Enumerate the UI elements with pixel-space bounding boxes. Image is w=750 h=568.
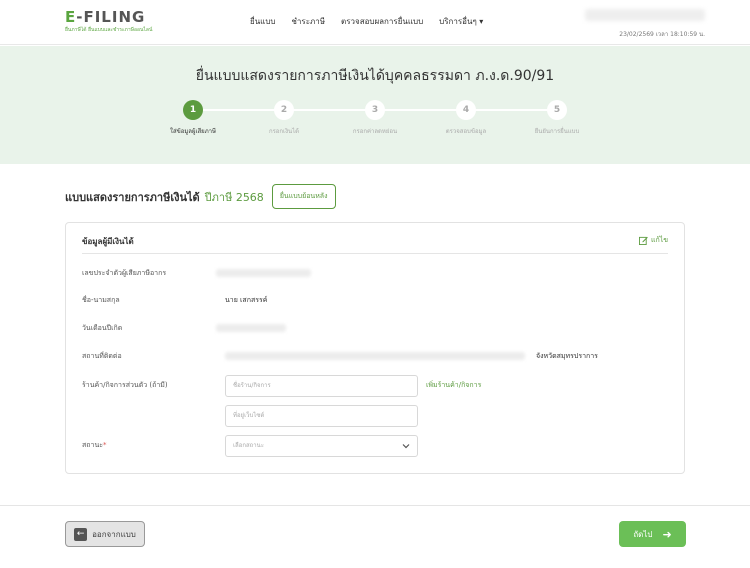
status-select-placeholder: เลือกสถานะ [233, 442, 264, 449]
edit-icon [638, 236, 648, 245]
step-label: ตรวจสอบข้อมูล [445, 128, 487, 135]
progress-stepper: 1 ใส่ข้อมูลผู้เสียภาษี 2 กรอกเงินได้ 3 ก… [0, 100, 750, 140]
name-value: นาย เสกสรรค์ [225, 296, 268, 304]
address-label: สถานที่ติดต่อ [82, 352, 122, 360]
required-mark: * [103, 441, 107, 449]
arrow-right-icon: ➜ [662, 527, 672, 541]
user-info: 23/02/2569 เวลา 18:10:59 น. [585, 9, 705, 39]
nav-pay-tax[interactable]: ชำระภาษี [291, 15, 325, 28]
nav-other-services[interactable]: บริการอื่นๆ ▾ [439, 15, 483, 28]
dob-value-redacted [216, 324, 286, 332]
logo-subtitle: ยื่นภาษีได้ ยื่นแบบและชำระภาษีออนไลน์ [65, 27, 153, 33]
card-divider [82, 253, 668, 254]
nav-file-return[interactable]: ยื่นแบบ [250, 15, 275, 28]
efiling-logo[interactable]: E-FILING ยื่นภาษีได้ ยื่นแบบและชำระภาษีอ… [65, 9, 152, 34]
taxid-value-redacted [216, 269, 311, 277]
status-label-text: สถานะ [82, 441, 103, 449]
status-label: สถานะ* [82, 440, 107, 451]
step-number: 1 [183, 100, 203, 120]
step-number: 4 [456, 100, 476, 120]
step-2: 2 กรอกเงินได้ [244, 100, 324, 136]
card-title: ข้อมูลผู้มีเงินได้ [82, 237, 134, 246]
address-value-redacted [225, 352, 525, 360]
step-number: 2 [274, 100, 294, 120]
file-retroactive-button[interactable]: ยื่นแบบย้อนหลัง [271, 184, 336, 209]
exit-form-button[interactable]: ← ออกจากแบบ [65, 521, 145, 547]
step-label: ใส่ข้อมูลผู้เสียภาษี [170, 128, 216, 135]
logo-e: E [65, 8, 77, 26]
taxid-label: เลขประจำตัวผู้เสียภาษีอากร [82, 269, 167, 277]
user-name-redacted[interactable] [585, 9, 705, 21]
tax-year: ปีภาษี 2568 [204, 190, 264, 204]
step-4: 4 ตรวจสอบข้อมูล [426, 100, 506, 136]
next-label: ถัดไป [633, 529, 653, 539]
add-shop-link[interactable]: เพิ่มร้านค้า/กิจการ [426, 380, 481, 391]
shop-name-input[interactable]: ชื่อร้าน/กิจการ [225, 375, 418, 397]
exit-form-label: ออกจากแบบ [92, 529, 136, 539]
chevron-down-icon [402, 444, 410, 449]
address-province: จังหวัดสมุทรปราการ [536, 352, 598, 360]
next-button[interactable]: ถัดไป ➜ [619, 521, 686, 547]
step-number: 3 [365, 100, 385, 120]
status-select[interactable]: เลือกสถานะ [225, 435, 418, 457]
step-label: กรอกเงินได้ [268, 128, 300, 135]
name-label: ชื่อ-นามสกุล [82, 296, 120, 304]
footer-divider [0, 505, 750, 506]
page-title: ยื่นแบบแสดงรายการภาษีเงินได้บุคคลธรรมดา … [195, 68, 555, 84]
dob-label: วันเดือนปีเกิด [82, 324, 123, 332]
edit-button[interactable]: แก้ไข [638, 235, 668, 246]
step-label: กรอกค่าลดหย่อน [352, 128, 398, 135]
form-title: แบบแสดงรายการภาษีเงินได้ [65, 190, 200, 204]
edit-label: แก้ไข [650, 236, 668, 244]
logo-main: -FILING [76, 8, 146, 26]
step-3: 3 กรอกค่าลดหย่อน [335, 100, 415, 136]
nav-check-status[interactable]: ตรวจสอบผลการยื่นแบบ [341, 15, 423, 28]
step-5: 5 ยืนยันการยื่นแบบ [517, 100, 597, 136]
hero-banner: ยื่นแบบแสดงรายการภาษีเงินได้บุคคลธรรมดา … [0, 46, 750, 164]
step-label: ยืนยันการยื่นแบบ [534, 128, 580, 135]
main-nav: ยื่นแบบ ชำระภาษี ตรวจสอบผลการยื่นแบบ บริ… [250, 15, 499, 28]
shop-label: ร้านค้า/กิจการส่วนตัว (ถ้ามี) [82, 381, 168, 389]
taxpayer-info-card: ข้อมูลผู้มีเงินได้ แก้ไข เลขประจำตัวผู้เ… [65, 222, 685, 474]
form-header: แบบแสดงรายการภาษีเงินได้ ปีภาษี 2568 ยื่… [65, 184, 336, 209]
step-number: 5 [547, 100, 567, 120]
top-bar: E-FILING ยื่นภาษีได้ ยื่นแบบและชำระภาษีอ… [0, 0, 750, 45]
arrow-left-icon: ← [74, 527, 88, 541]
website-input[interactable]: ที่อยู่เว็บไซต์ [225, 405, 418, 427]
step-1: 1 ใส่ข้อมูลผู้เสียภาษี [153, 100, 233, 136]
login-datetime: 23/02/2569 เวลา 18:10:59 น. [619, 31, 705, 38]
